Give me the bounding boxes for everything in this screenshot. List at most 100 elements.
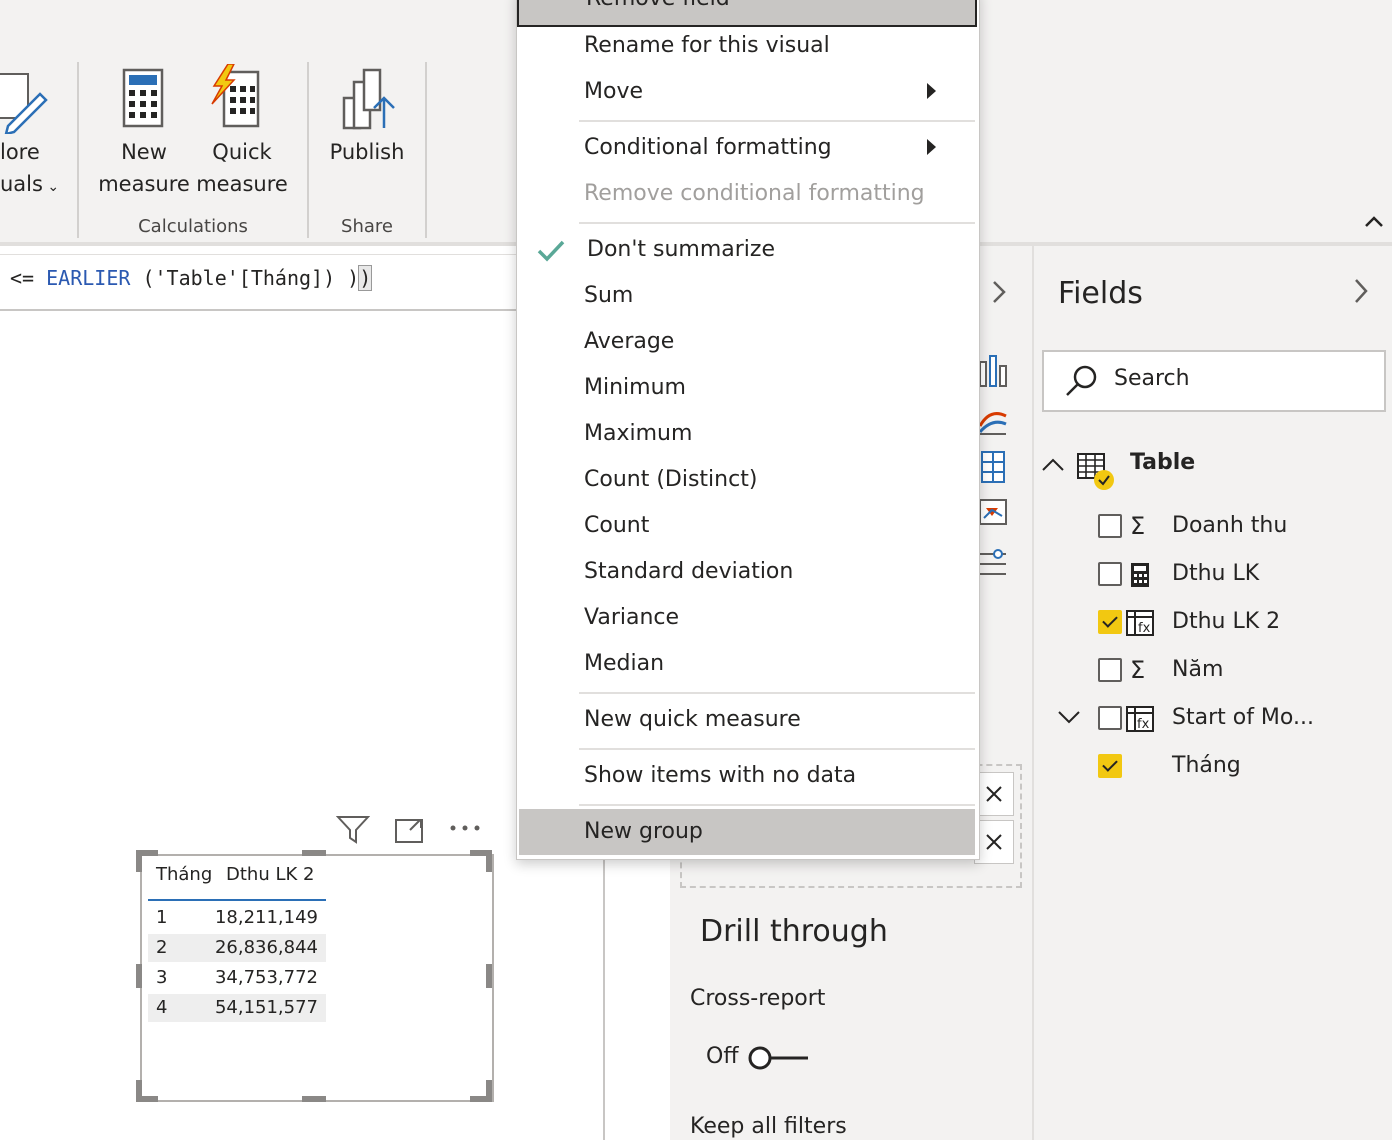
menu-item-dont-summarize[interactable]: Don't summarize <box>517 227 977 273</box>
cell-dthu: 34,753,772 <box>214 967 318 988</box>
menu-separator <box>579 748 975 750</box>
menu-item-new-group[interactable]: New group <box>519 809 975 855</box>
column-header-thang[interactable]: Tháng <box>156 864 212 885</box>
cell-dthu: 54,151,577 <box>214 997 318 1018</box>
more-visuals-label-2: uals ⌄ <box>0 172 60 196</box>
menu-item-standard-deviation[interactable]: Standard deviation <box>517 549 977 595</box>
menu-item-maximum[interactable]: Maximum <box>517 411 977 457</box>
menu-item-median[interactable]: Median <box>517 641 977 687</box>
quick-measure-button[interactable]: Quick measure <box>194 64 290 204</box>
calculator-icon <box>1131 563 1149 587</box>
menu-item-variance[interactable]: Variance <box>517 595 977 641</box>
field-row-doanh-thu[interactable]: Σ Doanh thu <box>1096 506 1386 546</box>
sigma-icon: Σ <box>1130 512 1146 540</box>
group-share-label: Share <box>341 216 393 237</box>
field-checkbox[interactable] <box>1098 610 1122 634</box>
chevron-up-icon[interactable] <box>1040 454 1066 474</box>
menu-item-count-distinct[interactable]: Count (Distinct) <box>517 457 977 503</box>
submenu-arrow-icon <box>927 139 936 155</box>
cross-report-toggle-state: Off <box>706 1044 739 1069</box>
remove-filter-button[interactable] <box>974 772 1014 816</box>
menu-item-new-quick-measure[interactable]: New quick measure <box>517 697 977 743</box>
field-row-nam[interactable]: Σ Năm <box>1096 650 1386 690</box>
chevron-down-icon[interactable] <box>1056 706 1082 726</box>
new-measure-button[interactable]: New measure <box>96 64 192 204</box>
canvas-divider <box>603 856 605 1140</box>
menu-separator <box>579 120 975 122</box>
field-name: Dthu LK <box>1172 561 1260 586</box>
menu-separator <box>579 222 975 224</box>
cross-report-toggle[interactable] <box>744 1044 810 1072</box>
ribbon-separator <box>425 62 427 238</box>
kpi-icon[interactable] <box>978 496 1008 530</box>
matrix-icon[interactable] <box>978 450 1008 484</box>
resize-handle[interactable] <box>302 1096 326 1102</box>
menu-item-conditional-formatting[interactable]: Conditional formatting <box>517 125 977 171</box>
search-placeholder: Search <box>1114 366 1190 391</box>
resize-handle[interactable] <box>486 850 492 872</box>
collapse-fields-icon[interactable] <box>1350 276 1370 306</box>
resize-handle[interactable] <box>486 1080 492 1102</box>
formula-text[interactable]: <= EARLIER ('Table'[Tháng]) )) <box>10 265 373 291</box>
field-row-dthu-lk[interactable]: Dthu LK <box>1096 554 1386 594</box>
cell-thang: 2 <box>156 937 168 958</box>
sigma-icon: Σ <box>1130 656 1146 684</box>
menu-item-count[interactable]: Count <box>517 503 977 549</box>
remove-filter-button[interactable] <box>974 820 1014 864</box>
publish-label: Publish <box>329 140 405 164</box>
ribbon-separator <box>307 62 309 238</box>
more-visuals-button[interactable]: lore uals ⌄ <box>0 64 60 204</box>
menu-item-minimum[interactable]: Minimum <box>517 365 977 411</box>
field-checkbox[interactable] <box>1098 754 1122 778</box>
publish-button[interactable]: Publish <box>318 64 416 204</box>
field-row-thang[interactable]: Tháng <box>1096 746 1386 786</box>
table-row: 3 34,753,772 <box>148 964 326 992</box>
ribbon-separator <box>77 62 79 238</box>
menu-item-remove-conditional-formatting: Remove conditional formatting <box>584 181 925 206</box>
filter-icon[interactable] <box>336 814 370 846</box>
cross-report-label: Cross-report <box>690 986 826 1011</box>
field-checkbox[interactable] <box>1098 562 1122 586</box>
cell-thang: 4 <box>156 997 168 1018</box>
menu-item-average[interactable]: Average <box>517 319 977 365</box>
field-context-menu: Remove field Rename for this visual Move… <box>516 0 980 860</box>
quick-measure-icon <box>211 64 260 128</box>
menu-item-move[interactable]: Move <box>517 69 977 115</box>
expand-visualizations-icon[interactable] <box>988 278 1008 306</box>
more-options-icon[interactable] <box>448 822 482 834</box>
cell-dthu: 18,211,149 <box>214 907 318 928</box>
field-checkbox[interactable] <box>1098 514 1122 538</box>
resize-handle[interactable] <box>136 850 142 872</box>
cell-thang: 1 <box>156 907 168 928</box>
field-checkbox[interactable] <box>1098 706 1122 730</box>
resize-handle[interactable] <box>486 964 492 988</box>
cell-thang: 3 <box>156 967 168 988</box>
close-icon <box>986 834 1002 850</box>
focus-mode-icon[interactable] <box>394 816 424 844</box>
close-icon <box>986 786 1002 802</box>
field-checkbox[interactable] <box>1098 658 1122 682</box>
fields-pane-title: Fields <box>1058 276 1143 311</box>
field-row-dthu-lk-2[interactable]: fx Dthu LK 2 <box>1096 602 1386 642</box>
column-header-dthu-lk-2[interactable]: Dthu LK 2 <box>226 864 314 885</box>
resize-handle[interactable] <box>136 964 142 988</box>
ribbon-chart-icon[interactable] <box>978 402 1008 436</box>
table-name[interactable]: Table <box>1130 450 1195 475</box>
menu-item-show-items-no-data[interactable]: Show items with no data <box>517 753 977 799</box>
resize-handle[interactable] <box>136 1080 142 1102</box>
stacked-column-chart-icon[interactable] <box>978 354 1008 388</box>
calculated-column-icon: fx <box>1126 610 1154 636</box>
menu-item-rename[interactable]: Rename for this visual <box>517 23 977 69</box>
fields-search-input[interactable]: Search <box>1042 350 1386 412</box>
table-row: 4 54,151,577 <box>148 994 326 1022</box>
field-name: Start of Mo... <box>1172 705 1314 730</box>
menu-item-sum[interactable]: Sum <box>517 273 977 319</box>
slicer-icon[interactable] <box>978 544 1008 580</box>
menu-separator <box>579 804 975 806</box>
publish-icon <box>342 68 395 130</box>
field-row-start-of-month[interactable]: fx Start of Mo... <box>1096 698 1386 738</box>
resize-handle[interactable] <box>302 850 326 856</box>
svg-text:fx: fx <box>1138 621 1151 636</box>
group-calculations-label: Calculations <box>138 216 248 237</box>
collapse-ribbon-icon[interactable] <box>1362 214 1386 230</box>
